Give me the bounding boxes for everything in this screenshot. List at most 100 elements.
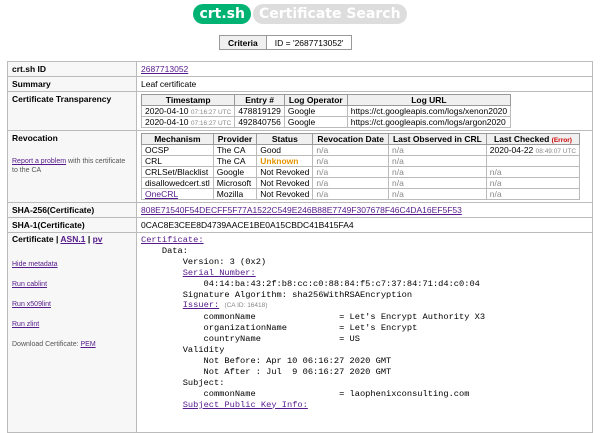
cert-not-before: Not Before: Apr 10 06:16:27 2020 GMT (141, 355, 392, 366)
run-x509lint-link[interactable]: Run x509lint (12, 300, 132, 309)
row-sha1: SHA-1(Certificate) 0CAC8E3CEE8D4739AACE1… (7, 217, 593, 233)
certificate-details-table: crt.sh ID 2687713052 Summary Leaf certif… (7, 61, 593, 433)
revocation-table: Mechanism Provider Status Revocation Dat… (141, 133, 581, 200)
error-label[interactable]: (Error) (552, 137, 572, 144)
crtsh-logo[interactable]: crt.sh (193, 4, 251, 24)
revocation-row: CRL The CA Unknown n/a n/a (141, 155, 581, 167)
row-crtsh-id: crt.sh ID 2687713052 (7, 61, 593, 77)
ct-date: 2020-04-10 (145, 117, 189, 127)
crtsh-id-label: crt.sh ID (7, 61, 137, 77)
criteria-value: ID = '2687713052' (265, 35, 353, 50)
issuer-o: organizationName = Let's Encrypt (141, 323, 418, 334)
ct-header-operator: Log Operator (283, 94, 348, 106)
row-sha256: SHA-256(Certificate) 808E71540F54DECFF5F… (7, 202, 593, 218)
subject-cn: commonName = laophenixconsulting.com (141, 388, 470, 399)
issuer-link[interactable]: Issuer: (183, 300, 220, 310)
rev-mechanism-link[interactable]: OneCRL (145, 189, 178, 199)
ct-header-url: Log URL (346, 94, 512, 106)
spki-link[interactable]: Subject Public Key Info: (183, 400, 308, 410)
rev-provider: The CA (212, 144, 258, 156)
ct-log-url: https://ct.googleapis.com/logs/argon2020 (346, 116, 512, 128)
rev-mechanism: CRLSet/Blacklist (141, 166, 214, 178)
rev-revdate: n/a (312, 188, 389, 200)
serial-number-link[interactable]: Serial Number: (183, 268, 256, 278)
row-revocation: Revocation Report a problem with this ce… (7, 130, 593, 203)
certificate-heading-link[interactable]: Certificate: (141, 235, 204, 245)
revocation-row: CRLSet/Blacklist Google Not Revoked n/a … (141, 166, 581, 178)
cert-validity: Validity (141, 345, 225, 356)
ct-entry-row: 2020-04-10 07:16:27 UTC 478819129 Google… (140, 105, 512, 117)
hide-metadata-link[interactable]: Hide metadata (12, 260, 132, 269)
rev-revdate: n/a (312, 177, 389, 189)
rev-header-provider: Provider (212, 133, 258, 145)
revocation-row: OneCRL Mozilla Not Revoked n/a n/a n/a (141, 188, 581, 200)
asn1-link[interactable]: ASN.1 (60, 234, 85, 244)
rev-observed: n/a (387, 155, 487, 167)
issuer-cn: commonName = Let's Encrypt Authority X3 (141, 312, 486, 323)
ct-time: 07:16:27 UTC (190, 120, 232, 127)
revocation-row: OCSP The CA Good n/a n/a 2020-04-22 08:4… (141, 144, 581, 156)
download-label: Download Certificate: (12, 341, 79, 348)
row-certificate: Certificate | ASN.1 | pv Hide metadata R… (7, 232, 593, 433)
pv-link[interactable]: pv (93, 234, 103, 244)
report-problem-link[interactable]: Report a problem (12, 158, 66, 165)
crtsh-id-link[interactable]: 2687713052 (141, 64, 188, 74)
ct-operator: Google (283, 116, 348, 128)
issuer-c: countryName = US (141, 334, 360, 345)
revocation-row: disallowedcert.stl Microsoft Not Revoked… (141, 177, 581, 189)
ct-entry-number: 492840756 (234, 116, 285, 128)
ct-time: 07:16:27 UTC (190, 109, 232, 116)
certificate-text: Certificate: Data: Version: 3 (0x2) Seri… (141, 235, 588, 411)
ct-entry-row: 2020-04-10 07:16:27 UTC 492840756 Google… (140, 116, 512, 128)
rev-observed: n/a (387, 177, 487, 189)
ct-log-url: https://ct.googleapis.com/logs/xenon2020 (346, 105, 512, 117)
sha256-label: SHA-256(Certificate) (7, 202, 137, 218)
ct-label: Certificate Transparency (7, 91, 137, 131)
summary-value: Leaf certificate (136, 76, 593, 92)
certificate-label: Certificate (12, 234, 54, 244)
pem-download-link[interactable]: PEM (80, 341, 95, 348)
rev-provider: Mozilla (212, 188, 258, 200)
rev-checked: n/a (485, 177, 581, 189)
summary-label: Summary (7, 76, 137, 92)
ct-operator: Google (283, 105, 348, 117)
rev-checked (485, 155, 581, 167)
issuer-ca-id: (CA ID: 16418) (224, 302, 268, 310)
rev-mechanism: OCSP (141, 144, 214, 156)
sha1-label: SHA-1(Certificate) (7, 217, 137, 233)
rev-mechanism: CRL (141, 155, 214, 167)
rev-header-observed: Last Observed in CRL (387, 133, 487, 145)
rev-revdate: n/a (312, 155, 389, 167)
rev-checked-time: 08:49:07 UTC (535, 148, 577, 155)
cert-subject: Subject: (141, 377, 225, 388)
sha256-link[interactable]: 808E71540F54DECFF5F77A1522C549E246B88E77… (141, 205, 462, 215)
rev-checked: n/a (485, 188, 581, 200)
rev-header-status: Status (256, 133, 314, 145)
rev-header-checked: Last Checked (Error) (485, 133, 581, 145)
revocation-label: Revocation (12, 133, 58, 143)
separator: | (55, 234, 59, 244)
ct-entry-number: 478819129 (234, 105, 285, 117)
cert-data: Data: (141, 245, 188, 256)
rev-status: Not Revoked (256, 166, 314, 178)
rev-header-mechanism: Mechanism (141, 133, 214, 145)
site-header: crt.sh Certificate Search (0, 4, 600, 26)
rev-provider: Microsoft (212, 177, 258, 189)
cert-serial: 04:14:ba:43:2f:b8:cc:c0:88:84:f5:c7:37:8… (141, 278, 480, 289)
ct-date: 2020-04-10 (145, 106, 189, 116)
rev-mechanism: disallowedcert.stl (141, 177, 214, 189)
run-cablint-link[interactable]: Run cablint (12, 280, 132, 289)
cert-signature-algorithm: Signature Algorithm: sha256WithRSAEncryp… (141, 289, 413, 300)
rev-status: Good (256, 144, 314, 156)
rev-provider: Google (212, 166, 258, 178)
rev-checked: n/a (485, 166, 581, 178)
run-zlint-link[interactable]: Run zlint (12, 320, 132, 329)
rev-observed: n/a (387, 144, 487, 156)
ct-header-timestamp: Timestamp (140, 94, 236, 106)
rev-status: Not Revoked (256, 188, 314, 200)
row-ct: Certificate Transparency Timestamp Entry… (7, 91, 593, 131)
row-summary: Summary Leaf certificate (7, 76, 593, 92)
rev-revdate: n/a (312, 144, 389, 156)
criteria-label: Criteria (219, 35, 267, 50)
rev-header-revdate: Revocation Date (312, 133, 389, 145)
